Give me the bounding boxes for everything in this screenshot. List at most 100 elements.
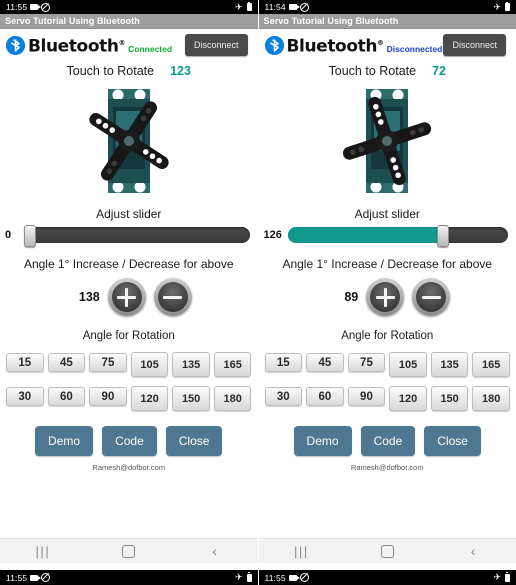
- angle-button-45[interactable]: 45: [306, 353, 344, 372]
- angle-button-60[interactable]: 60: [306, 387, 344, 406]
- disconnect-button[interactable]: Disconnect: [184, 34, 248, 56]
- bottom-status-left: 11:55: [265, 573, 309, 583]
- demo-button[interactable]: Demo: [293, 426, 352, 456]
- slider-row[interactable]: 126: [259, 221, 516, 247]
- footer-email: Ramesh@dofbot.com: [92, 463, 166, 472]
- close-button[interactable]: Close: [165, 426, 223, 456]
- slider-track[interactable]: [24, 225, 250, 247]
- bluetooth-wordmark: Bluetooth®: [28, 35, 126, 57]
- bluetooth-wordmark-text: Bluetooth: [286, 36, 378, 57]
- back-icon[interactable]: ‹: [456, 542, 490, 560]
- home-icon[interactable]: [112, 542, 146, 560]
- camera-icon: [288, 574, 300, 581]
- angle-increase-button[interactable]: [366, 278, 405, 316]
- angle-for-rotation-label: Angle for Rotation: [82, 330, 175, 342]
- angle-button-75[interactable]: 75: [347, 353, 386, 372]
- code-button[interactable]: Code: [360, 426, 416, 456]
- trademark-symbol: ®: [118, 38, 126, 47]
- angle-step-label: Angle 1° Increase / Decrease for above: [23, 257, 234, 271]
- angle-button-75[interactable]: 75: [89, 353, 127, 372]
- angle-step-value: 138: [78, 290, 100, 304]
- angle-button-90[interactable]: 90: [89, 387, 127, 406]
- touch-to-rotate-label: Touch to Rotate: [66, 64, 155, 78]
- app-title-bar: Servo Tutorial Using Bluetooth: [0, 14, 258, 29]
- slider-thumb[interactable]: [24, 225, 36, 247]
- close-button[interactable]: Close: [424, 426, 481, 456]
- angle-button-15[interactable]: 15: [6, 353, 44, 372]
- angle-for-rotation-label: Angle for Rotation: [341, 330, 434, 342]
- status-bar: 11:55 ✈: [0, 0, 258, 14]
- bottom-status-bar: 11:55 ✈: [258, 570, 516, 585]
- home-icon[interactable]: [370, 542, 404, 560]
- angle-button-grid: 15 45 75 105 135 165 30 60 90 120 150 18…: [0, 342, 258, 411]
- angle-increase-button[interactable]: [107, 278, 146, 316]
- angle-button-105[interactable]: 105: [389, 352, 427, 377]
- do-not-disturb-icon: [41, 2, 51, 12]
- slider-track[interactable]: [287, 225, 508, 247]
- angle-button-120[interactable]: 120: [130, 386, 169, 411]
- angle-button-30[interactable]: 30: [264, 387, 303, 406]
- bottom-status-right: ✈: [493, 572, 510, 582]
- battery-icon: [246, 572, 252, 582]
- angle-button-30[interactable]: 30: [6, 387, 44, 406]
- angle-decrease-button[interactable]: [153, 278, 192, 316]
- angle-button-150[interactable]: 150: [172, 386, 210, 411]
- battery-icon: [505, 572, 510, 582]
- angle-button-60[interactable]: 60: [47, 387, 86, 406]
- angle-button-135[interactable]: 135: [172, 352, 210, 377]
- recents-icon[interactable]: |||: [26, 542, 60, 560]
- battery-icon: [246, 1, 252, 11]
- angle-button-180[interactable]: 180: [213, 386, 252, 411]
- back-icon[interactable]: ‹: [198, 542, 232, 560]
- slider-thumb[interactable]: [436, 225, 449, 247]
- angle-button-165[interactable]: 165: [213, 352, 252, 377]
- bluetooth-logo: Bluetooth® Connected: [6, 35, 172, 56]
- slider-row[interactable]: 0: [0, 221, 258, 247]
- do-not-disturb-icon: [41, 573, 51, 582]
- code-button[interactable]: Code: [102, 426, 157, 456]
- android-navigation-bar: ||| ‹: [258, 538, 516, 563]
- angle-button-120[interactable]: 120: [389, 386, 427, 411]
- status-bar: 11:54 ✈: [258, 0, 516, 14]
- bluetooth-icon: [6, 36, 25, 56]
- angle-button-135[interactable]: 135: [430, 352, 469, 377]
- angle-button-165[interactable]: 165: [472, 352, 510, 377]
- bluetooth-wordmark-text: Bluetooth: [28, 36, 119, 57]
- recents-icon[interactable]: |||: [284, 542, 318, 560]
- bluetooth-header: Bluetooth® Connected Disconnect: [0, 29, 258, 61]
- angle-button-105[interactable]: 105: [130, 352, 169, 377]
- status-bar-left: 11:55: [6, 2, 51, 12]
- phone-screen-left: 11:55 ✈ Servo Tutorial Using Bluetooth B…: [0, 0, 259, 585]
- airplane-icon: ✈: [493, 572, 501, 582]
- app-title: Servo Tutorial Using Bluetooth: [263, 16, 399, 26]
- airplane-icon: ✈: [493, 1, 501, 12]
- servo-image[interactable]: [54, 81, 204, 201]
- bottom-status-clock: 11:55: [264, 572, 286, 583]
- app-title-bar: Servo Tutorial Using Bluetooth: [258, 14, 516, 29]
- dual-screenshot-container: 11:55 ✈ Servo Tutorial Using Bluetooth B…: [0, 0, 516, 585]
- angle-step-row: 89: [259, 278, 516, 316]
- touch-to-rotate-value: 72: [432, 64, 446, 78]
- angle-button-45[interactable]: 45: [47, 353, 86, 372]
- app-title: Servo Tutorial Using Bluetooth: [5, 16, 140, 26]
- trademark-symbol: ®: [377, 38, 384, 47]
- connection-status-badge: Disconnected: [386, 44, 443, 55]
- demo-button[interactable]: Demo: [35, 426, 94, 456]
- angle-button-180[interactable]: 180: [472, 386, 510, 411]
- disconnect-button[interactable]: Disconnect: [443, 34, 506, 56]
- airplane-icon: ✈: [234, 1, 243, 12]
- angle-button-150[interactable]: 150: [430, 386, 469, 411]
- bluetooth-wordmark: Bluetooth®: [286, 35, 385, 57]
- servo-image[interactable]: [312, 81, 462, 201]
- bluetooth-logo: Bluetooth® Disconnected: [264, 35, 443, 57]
- servo-widget-left[interactable]: [0, 78, 258, 203]
- angle-step-value: 89: [344, 290, 359, 304]
- connection-status-badge: Connected: [128, 44, 173, 55]
- touch-to-rotate-label: Touch to Rotate: [328, 64, 417, 78]
- angle-button-15[interactable]: 15: [264, 353, 303, 372]
- servo-widget-right[interactable]: [259, 78, 516, 203]
- angle-decrease-button[interactable]: [412, 278, 451, 316]
- touch-to-rotate-value: 123: [170, 64, 191, 78]
- status-bar-clock: 11:54: [264, 2, 286, 12]
- angle-button-90[interactable]: 90: [347, 387, 386, 406]
